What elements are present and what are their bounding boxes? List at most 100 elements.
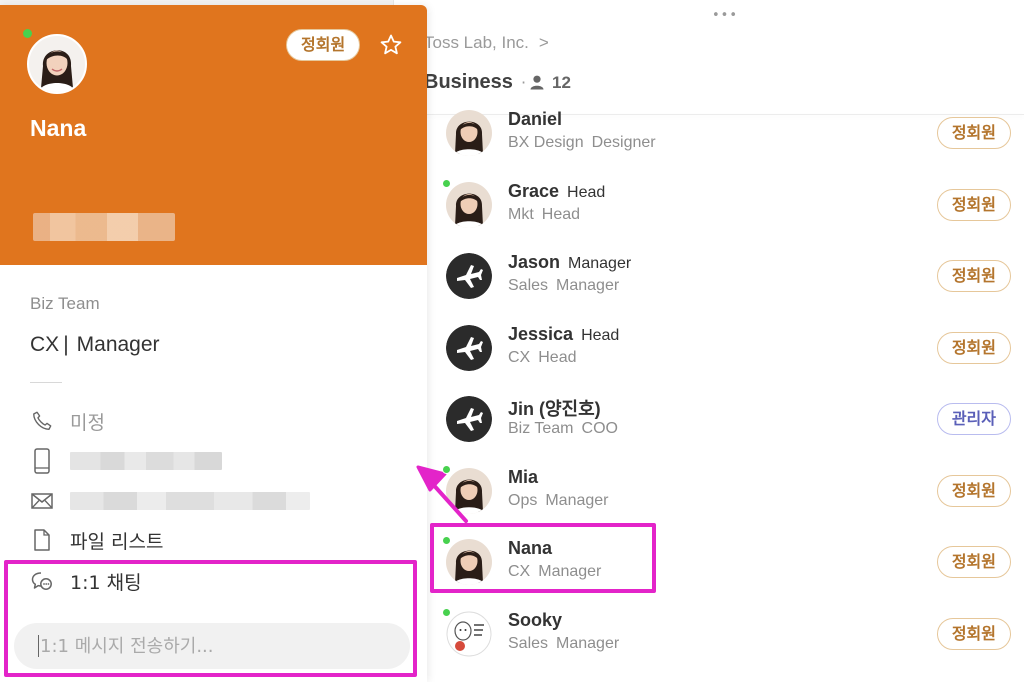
online-status-dot [442,607,451,617]
member-team: CX [508,348,531,366]
member-position: Manager [556,277,620,294]
phone-value: 미정 [70,411,105,434]
separator-dot: · [520,73,527,92]
member-role: Head [567,183,606,201]
separator-bar: | [63,333,69,356]
admin-badge: 관리자 [936,403,1011,435]
highlight-box-member [430,523,656,593]
drag-handle[interactable]: ••• [712,8,738,23]
online-status-dot [442,536,451,545]
breadcrumb[interactable]: Toss Lab, Inc. > [424,33,549,53]
member-team: Ops [508,491,538,509]
member-team: Biz Team [508,420,574,437]
file-icon [30,528,54,552]
member-position: Head [538,348,577,366]
member-name: Grace Head [508,181,605,202]
person-photo-avatar[interactable] [446,110,492,156]
member-name: Sooky [508,610,562,631]
member-name-text: Mia [508,466,539,487]
member-subtitle: Mkt Head [508,206,580,224]
file-list-row[interactable]: 파일 리스트 [30,526,163,554]
divider [30,382,62,383]
member-role: Head [581,326,620,344]
member-position: Manager [556,634,620,652]
member-row[interactable]: Mia Ops Manager 정회원 [430,458,1024,524]
member-type-badge: 정회원 [936,188,1011,221]
member-type-badge: 정회원 [936,474,1011,507]
member-row[interactable]: Daniel BX Design Designer 정회원 [430,110,1024,166]
member-icon [530,75,544,90]
member-subtitle: CX Head [508,349,576,367]
chevron-right-icon: > [538,33,549,52]
member-team: BX Design [508,134,584,151]
member-row[interactable]: Jessica Head CX Head 정회원 [430,315,1024,381]
member-type-badge: 정회원 [936,331,1011,364]
member-subtitle: BX Design Designer [508,134,656,152]
member-row[interactable]: Jason Manager Sales Manager 정회원 [430,243,1024,309]
status-message-redacted [33,213,175,241]
profile-job-title: Manager [76,333,160,356]
mobile-icon [30,448,54,474]
profile-position: CX | Manager [30,333,160,357]
member-team: Mkt [508,205,534,223]
file-list-link[interactable]: 파일 리스트 [70,527,163,554]
member-position: Head [541,205,581,223]
member-name: Jin (양진호) [508,395,601,421]
member-name-text: Jin (양진호) [508,399,601,419]
mail-icon [30,489,54,513]
member-name: Jason Manager [508,252,631,273]
profile-avatar[interactable] [27,34,87,94]
member-position: Designer [591,134,656,151]
profile-department: CX [30,333,60,356]
highlight-box-chat [4,560,417,677]
member-name-text: Jessica [508,323,574,344]
email-redacted [70,492,310,510]
member-row[interactable]: Sooky Sales Manager 정회원 [430,601,1024,667]
member-type-badge: 정회원 [936,260,1011,292]
member-type-badge: 정회원 [936,546,1011,578]
online-status-dot [442,178,451,188]
member-name: Daniel [508,110,562,130]
airplane-avatar[interactable] [446,396,492,442]
member-row[interactable]: Jin (양진호) Biz Team COO 관리자 [430,386,1024,452]
member-name-text: Daniel [508,110,563,129]
member-position: Manager [545,491,609,509]
member-name: Mia [508,467,538,488]
breadcrumb-team[interactable]: Toss Lab, Inc. [424,33,529,52]
topic-header: Business · 12 [424,71,571,94]
member-type-badge: 정회원 [936,117,1011,149]
phone-icon [30,409,54,433]
member-subtitle: Ops Manager [508,492,609,510]
member-position: COO [581,420,618,437]
profile-team: Biz Team [30,294,100,313]
member-subtitle: Biz Team COO [508,420,618,438]
star-icon[interactable] [379,33,403,61]
member-name-text: Sooky [508,609,563,630]
member-name-text: Jason [508,252,561,272]
member-row[interactable]: Grace Head Mkt Head 정회원 [430,172,1024,238]
topic-title: Business [424,71,513,93]
member-subtitle: Sales Manager [508,277,619,295]
online-status-dot [442,464,451,474]
mobile-row [30,447,222,475]
member-count[interactable]: 12 [552,73,571,93]
online-status-dot [23,29,32,38]
member-role: Manager [568,255,632,272]
airplane-avatar[interactable] [446,253,492,299]
illustration-avatar[interactable] [446,610,492,657]
member-team: Sales [508,277,549,294]
mobile-number-redacted [70,452,222,470]
member-team: Sales [508,634,549,652]
person-photo-avatar[interactable] [446,467,492,514]
member-name-text: Grace [508,180,560,201]
phone-row: 미정 [30,407,105,435]
member-type-badge: 정회원 [286,29,361,61]
member-name: Jessica Head [508,324,619,345]
app-window: ••• Toss Lab, Inc. > Business · 12 Daniel… [0,0,1024,682]
member-subtitle: Sales Manager [508,635,619,653]
airplane-avatar[interactable] [446,324,492,371]
person-photo-avatar[interactable] [446,181,492,228]
profile-name: Nana [30,115,87,141]
member-type-badge: 정회원 [936,617,1011,650]
profile-header: 정회원 Nana [0,5,427,265]
